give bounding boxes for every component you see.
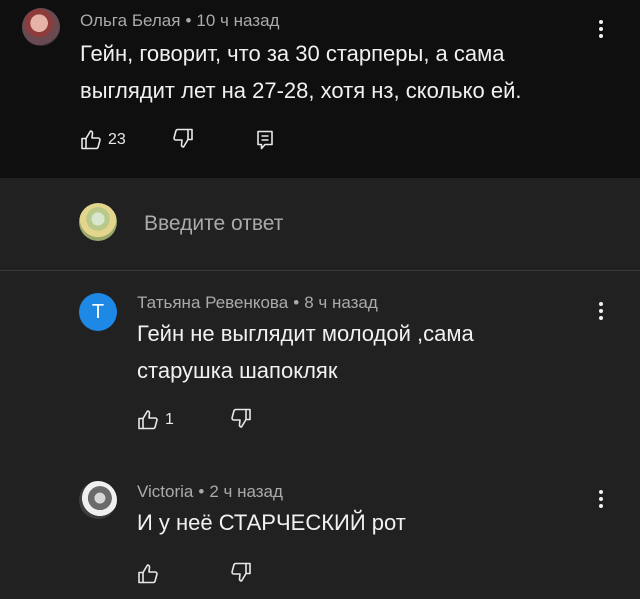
avatar[interactable]: Т — [79, 293, 117, 331]
like-count: 23 — [108, 131, 126, 148]
meta-separator: • — [198, 482, 205, 501]
comment-text-line: старушка шапокляк — [137, 358, 338, 383]
user-avatar — [79, 203, 117, 241]
dislike-button[interactable] — [230, 561, 252, 583]
comment-time[interactable]: 2 ч назад — [209, 482, 283, 501]
thumb-up-icon — [138, 564, 158, 584]
comment-text-line: Гейн, говорит, что за 30 старперы, а сам… — [80, 41, 505, 66]
like-button[interactable]: 23 — [80, 129, 126, 151]
avatar[interactable] — [79, 481, 117, 519]
meta-separator: • — [185, 11, 192, 30]
more-options-button[interactable] — [589, 14, 613, 44]
comment-author[interactable]: Victoria — [137, 482, 193, 501]
more-vert-icon — [599, 20, 603, 24]
comment-item: Т Татьяна Ревенкова • 8 ч назад Гейн не вы… — [0, 271, 640, 461]
comment-reply-icon — [257, 130, 273, 150]
comment-item: Ольга Белая • 10 ч назад Гейн, говорит, чт… — [0, 0, 640, 178]
comment-time[interactable]: 8 ч назад — [304, 293, 378, 312]
comment-text-line: И у неё СТАРЧЕСКИЙ рот — [137, 510, 406, 535]
thumb-down-icon — [231, 562, 251, 582]
comment-author[interactable]: Татьяна Ревенкова — [137, 293, 288, 312]
dislike-button[interactable] — [230, 407, 252, 429]
thumb-up-icon — [138, 410, 158, 430]
comment-item: Victoria • 2 ч назад И у неё СТАРЧЕСКИЙ ро… — [0, 461, 640, 599]
reply-button[interactable] — [255, 129, 275, 151]
more-options-button[interactable] — [589, 484, 613, 514]
comment-text: Гейн, говорит, что за 30 старперы, а сам… — [80, 35, 521, 109]
like-count: 1 — [165, 411, 174, 428]
reply-composer: Введите ответ — [0, 178, 640, 271]
more-options-button[interactable] — [589, 296, 613, 326]
comment-text-line: Гейн не выглядит молодой ,сама — [137, 321, 474, 346]
comments-screen: Ольга Белая • 10 ч назад Гейн, говорит, чт… — [0, 0, 640, 599]
like-button[interactable]: 1 — [137, 409, 174, 431]
meta-separator: • — [293, 293, 300, 312]
comment-author[interactable]: Ольга Белая — [80, 11, 180, 30]
more-vert-icon — [599, 490, 603, 494]
comment-meta: Victoria • 2 ч назад — [137, 482, 283, 502]
reply-input[interactable]: Введите ответ — [144, 211, 283, 237]
avatar-letter: Т — [91, 301, 105, 323]
comment-meta: Ольга Белая • 10 ч назад — [80, 11, 279, 31]
like-button[interactable] — [137, 563, 159, 585]
comment-text: Гейн не выглядит молодой ,сама старушка … — [137, 315, 474, 389]
comment-text-line: выглядит лет на 27-28, хотя нз, сколько … — [80, 78, 522, 103]
comment-time[interactable]: 10 ч назад — [196, 11, 279, 30]
comment-text: И у неё СТАРЧЕСКИЙ рот — [137, 504, 406, 541]
more-vert-icon — [599, 302, 603, 306]
comment-meta: Татьяна Ревенкова • 8 ч назад — [137, 293, 378, 313]
dislike-button[interactable] — [172, 127, 194, 149]
avatar[interactable] — [22, 8, 60, 46]
thumb-up-icon — [81, 130, 101, 150]
thumb-down-icon — [231, 408, 251, 428]
thumb-down-icon — [173, 128, 193, 148]
